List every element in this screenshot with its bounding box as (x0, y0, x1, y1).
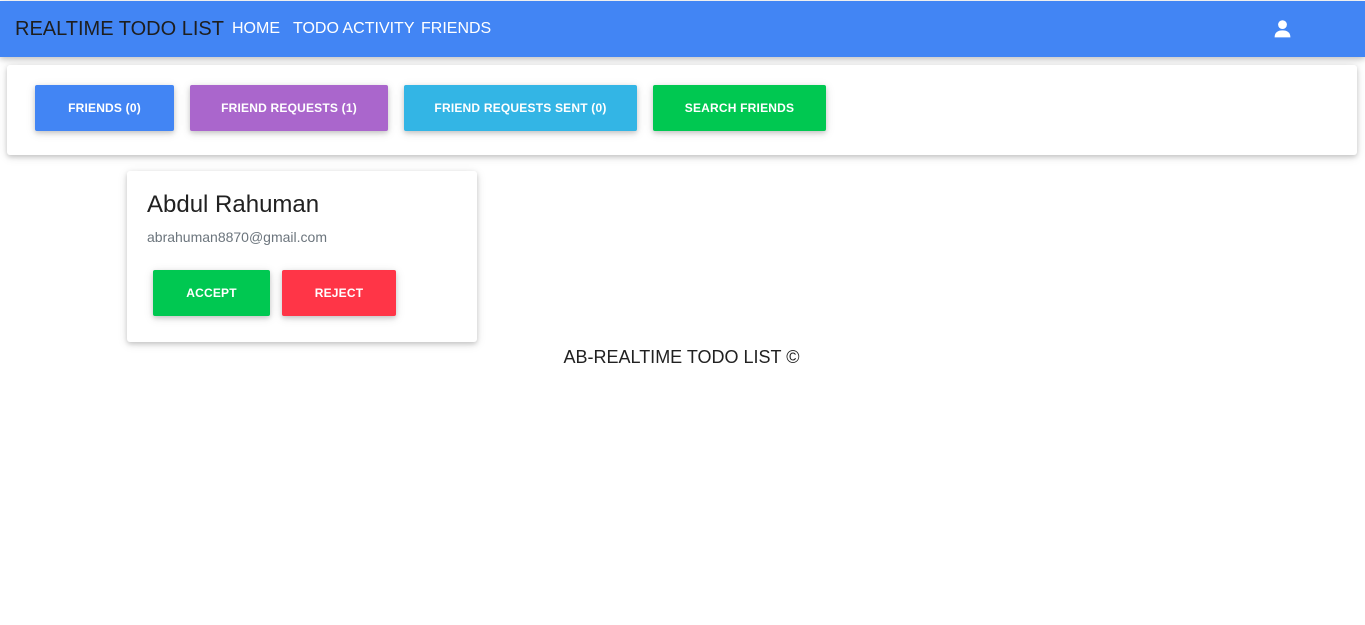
friends-tab-panel: FRIENDS (0) FRIEND REQUESTS (1) FRIEND R… (7, 65, 1357, 155)
tab-friend-requests-sent-button[interactable]: FRIEND REQUESTS SENT (0) (404, 85, 637, 131)
user-icon[interactable] (1274, 20, 1291, 38)
requester-email: abrahuman8870@gmail.com (147, 229, 327, 245)
nav-link-home[interactable]: HOME (232, 19, 280, 39)
nav-link-friends[interactable]: FRIENDS (421, 19, 491, 39)
requester-name: Abdul Rahuman (147, 191, 320, 218)
top-navbar: REALTIME TODO LIST HOME TODO ACTIVITY FR… (0, 1, 1365, 57)
accept-button[interactable]: ACCEPT (153, 270, 270, 316)
footer: AB-REALTIME TODO LIST © (0, 346, 1365, 368)
tab-friend-requests-button[interactable]: FRIEND REQUESTS (1) (190, 85, 388, 131)
brand-title[interactable]: REALTIME TODO LIST (15, 18, 224, 40)
nav-link-todo-activity[interactable]: TODO ACTIVITY (293, 19, 415, 39)
tab-search-friends-button[interactable]: SEARCH FRIENDS (653, 85, 826, 131)
tab-friends-button[interactable]: FRIENDS (0) (35, 85, 174, 131)
friend-request-card: Abdul Rahuman abrahuman8870@gmail.com AC… (127, 171, 477, 342)
reject-button[interactable]: REJECT (282, 270, 396, 316)
footer-text: AB-REALTIME TODO LIST © (563, 347, 800, 367)
